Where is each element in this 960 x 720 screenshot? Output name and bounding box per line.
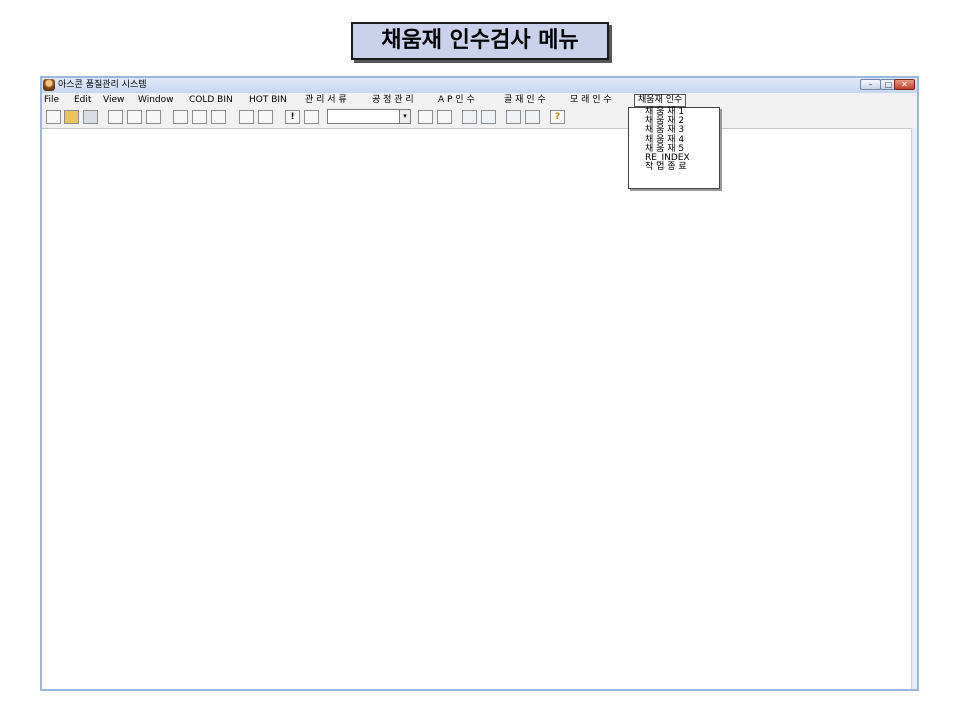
cut-icon[interactable]	[173, 110, 188, 124]
table-icon[interactable]	[418, 110, 433, 124]
menu-edit[interactable]: Edit	[73, 93, 92, 107]
client-border	[911, 128, 917, 689]
menubar: File Edit View Window COLD BIN HOT BIN 관…	[42, 93, 917, 107]
library-icon[interactable]	[462, 110, 477, 124]
paste-icon[interactable]	[211, 110, 226, 124]
toolbar-combo[interactable]: ▾	[327, 109, 411, 124]
menu-view[interactable]: View	[102, 93, 125, 107]
book-edit-icon[interactable]	[525, 110, 540, 124]
window-title: 아스콘 품질관리 시스템	[58, 80, 147, 90]
menu-process-management[interactable]: 공 정 관 리	[371, 93, 415, 107]
menu-aggregate-acceptance[interactable]: 골 재 인 수	[503, 93, 547, 107]
app-icon	[43, 79, 55, 91]
copy-icon[interactable]	[192, 110, 207, 124]
open-folder-icon[interactable]	[64, 110, 79, 124]
book-icon[interactable]	[506, 110, 521, 124]
chevron-down-icon[interactable]: ▾	[399, 109, 411, 124]
table-edit-icon[interactable]	[437, 110, 452, 124]
menu-file[interactable]: File	[43, 93, 60, 107]
print-icon[interactable]	[108, 110, 123, 124]
menu-window[interactable]: Window	[137, 93, 175, 107]
window-titlebar[interactable]: 아스콘 품질관리 시스템 – □ ✕	[42, 78, 917, 93]
menu-cold-bin[interactable]: COLD BIN	[188, 93, 234, 107]
spell-check-icon[interactable]	[146, 110, 161, 124]
print-preview-icon[interactable]	[127, 110, 142, 124]
menu-hot-bin[interactable]: HOT BIN	[248, 93, 288, 107]
app-window: 아스콘 품질관리 시스템 – □ ✕ File Edit View Window…	[40, 76, 919, 691]
menu-management-docs[interactable]: 관 리 서 류	[304, 93, 348, 107]
undo-icon[interactable]	[239, 110, 254, 124]
library-open-icon[interactable]	[481, 110, 496, 124]
chart-icon[interactable]	[304, 110, 319, 124]
redo-icon[interactable]	[258, 110, 273, 124]
menu-ap-acceptance[interactable]: A P 인 수	[437, 93, 476, 107]
new-icon[interactable]	[46, 110, 61, 124]
slide-title: 채움재 인수검사 메뉴	[351, 22, 609, 60]
dropdown-item-exit-work[interactable]: 작 업 종 료	[629, 162, 719, 172]
help-icon[interactable]: ?	[550, 110, 565, 124]
save-icon[interactable]	[83, 110, 98, 124]
menu-sand-acceptance[interactable]: 모 래 인 수	[569, 93, 613, 107]
filler-acceptance-dropdown: 채 움 재 1 채 움 재 2 채 움 재 3 채 움 재 4 채 움 재 5 …	[628, 107, 720, 189]
toolbar: ! ▾ ?	[42, 107, 917, 129]
close-button[interactable]: ✕	[894, 79, 915, 90]
exclamation-icon[interactable]: !	[285, 110, 300, 124]
menu-filler-acceptance[interactable]: 채움재 인수	[634, 94, 687, 107]
minimize-button[interactable]: –	[860, 79, 881, 90]
